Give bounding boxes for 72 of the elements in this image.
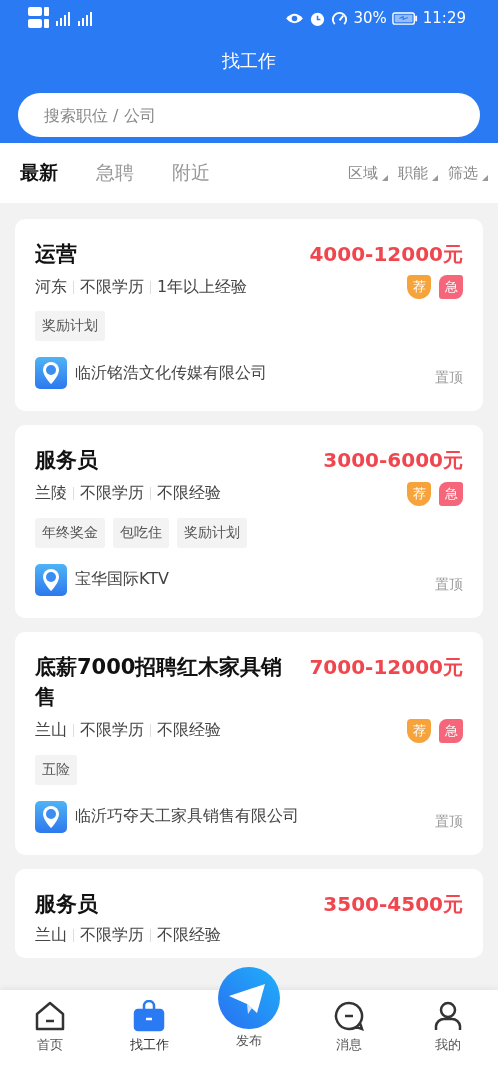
filter-dropdown[interactable]: 筛选 — [448, 163, 478, 183]
job-title: 底薪7000招聘红木家具销售 — [35, 653, 284, 712]
nav-label: 我的 — [435, 1036, 462, 1054]
benefit-tag: 五险 — [35, 754, 77, 785]
speedometer-icon — [331, 9, 349, 27]
company-name: 宝华国际KTV — [75, 569, 170, 591]
job-requirement: 不限学历 — [80, 276, 144, 298]
recommended-badge: 荐 — [407, 718, 431, 743]
job-card[interactable]: 服务员 3500-4500元 兰山 不限学历 不限经验 — [15, 868, 483, 959]
job-requirement: 不限经验 — [157, 483, 221, 505]
pinned-label: 置顶 — [435, 575, 463, 594]
job-requirement: 不限学历 — [80, 720, 144, 742]
urgent-badge: 急 — [439, 275, 463, 300]
salary: 4000-12000元 — [309, 241, 463, 268]
nav-tab[interactable]: 我的 — [408, 1000, 489, 1054]
search-field[interactable]: 搜索职位 / 公司 — [18, 93, 480, 137]
job-requirement: 1年以上经验 — [157, 276, 248, 298]
battery-percent: 30% — [353, 9, 387, 27]
job-requirement: 河东 — [35, 276, 67, 298]
company-name: 临沂铭浩文化传媒有限公司 — [75, 362, 268, 384]
job-requirement: 不限经验 — [157, 720, 221, 742]
battery-charging-icon — [391, 11, 418, 25]
salary: 3500-4500元 — [323, 890, 463, 918]
job-requirement: 不限经验 — [157, 925, 221, 947]
recommended-badge: 荐 — [407, 275, 431, 300]
caret-icon — [382, 174, 388, 181]
tab[interactable]: 最新 — [20, 160, 58, 186]
job-requirement: 兰陵 — [35, 483, 67, 505]
caret-icon — [432, 174, 438, 181]
page-title: 找工作 — [222, 49, 276, 73]
urgent-badge: 急 — [439, 718, 463, 743]
clock-time: 11:29 — [422, 9, 466, 27]
pinned-label: 置顶 — [435, 369, 463, 388]
job-requirement: 不限学历 — [80, 483, 144, 505]
eye-icon — [285, 11, 305, 25]
job-card[interactable]: 底薪7000招聘红木家具销售 7000-12000元 兰山 不限学历 不限经验 荐 急 五险 临沂巧夺天工家具销售有限公司 置顶 — [15, 631, 483, 855]
company-pin-icon — [35, 563, 67, 596]
job-requirement: 兰山 — [35, 720, 67, 742]
benefit-tag: 年终奖金 — [35, 517, 105, 548]
company-pin-icon — [35, 800, 67, 833]
pinned-label: 置顶 — [435, 812, 463, 831]
filter-dropdown[interactable]: 职能 — [398, 163, 428, 183]
job-card[interactable]: 服务员 3000-6000元 兰陵 不限学历 不限经验 荐 急 年终奖金 包吃住 奖励计划 宝华国际KTV 置顶 — [15, 425, 483, 618]
recommended-badge: 荐 — [407, 481, 431, 506]
benefit-tag: 奖励计划 — [35, 311, 105, 342]
benefit-tag: 奖励计划 — [177, 517, 247, 548]
filter-dropdown[interactable]: 区域 — [348, 163, 378, 183]
nav-label: 找工作 — [129, 1036, 169, 1054]
nav-label: 首页 — [36, 1036, 63, 1054]
company-pin-icon — [35, 357, 67, 390]
nav-tab[interactable]: 消息 — [308, 1000, 389, 1054]
job-title: 服务员 — [35, 890, 99, 918]
nav-tab[interactable]: 找工作 — [109, 1000, 190, 1054]
caret-icon — [482, 174, 488, 181]
salary: 7000-12000元 — [309, 653, 463, 681]
company-name: 临沂巧夺天工家具销售有限公司 — [75, 806, 300, 828]
job-requirement: 兰山 — [35, 925, 67, 947]
salary: 3000-6000元 — [323, 447, 463, 475]
chat-bubble-icon — [332, 1000, 365, 1032]
home-icon — [33, 1000, 66, 1032]
job-requirement: 不限学历 — [80, 925, 144, 947]
paper-plane-icon[interactable] — [217, 966, 281, 1030]
job-title: 服务员 — [35, 447, 99, 475]
nav-label: 消息 — [335, 1036, 362, 1054]
job-card[interactable]: 运营 4000-12000元 河东 不限学历 1年以上经验 荐 急 奖励计划 临沂铭浩文化传媒有限公司 置顶 — [15, 219, 483, 412]
nav-tab[interactable]: 首页 — [9, 1000, 90, 1054]
nav-tab[interactable]: 发布 — [209, 966, 289, 1050]
nav-label: 发布 — [236, 1032, 262, 1050]
benefit-tag: 包吃住 — [113, 517, 169, 548]
urgent-badge: 急 — [439, 481, 463, 506]
job-title: 运营 — [35, 241, 78, 268]
briefcase-icon — [133, 1000, 166, 1032]
